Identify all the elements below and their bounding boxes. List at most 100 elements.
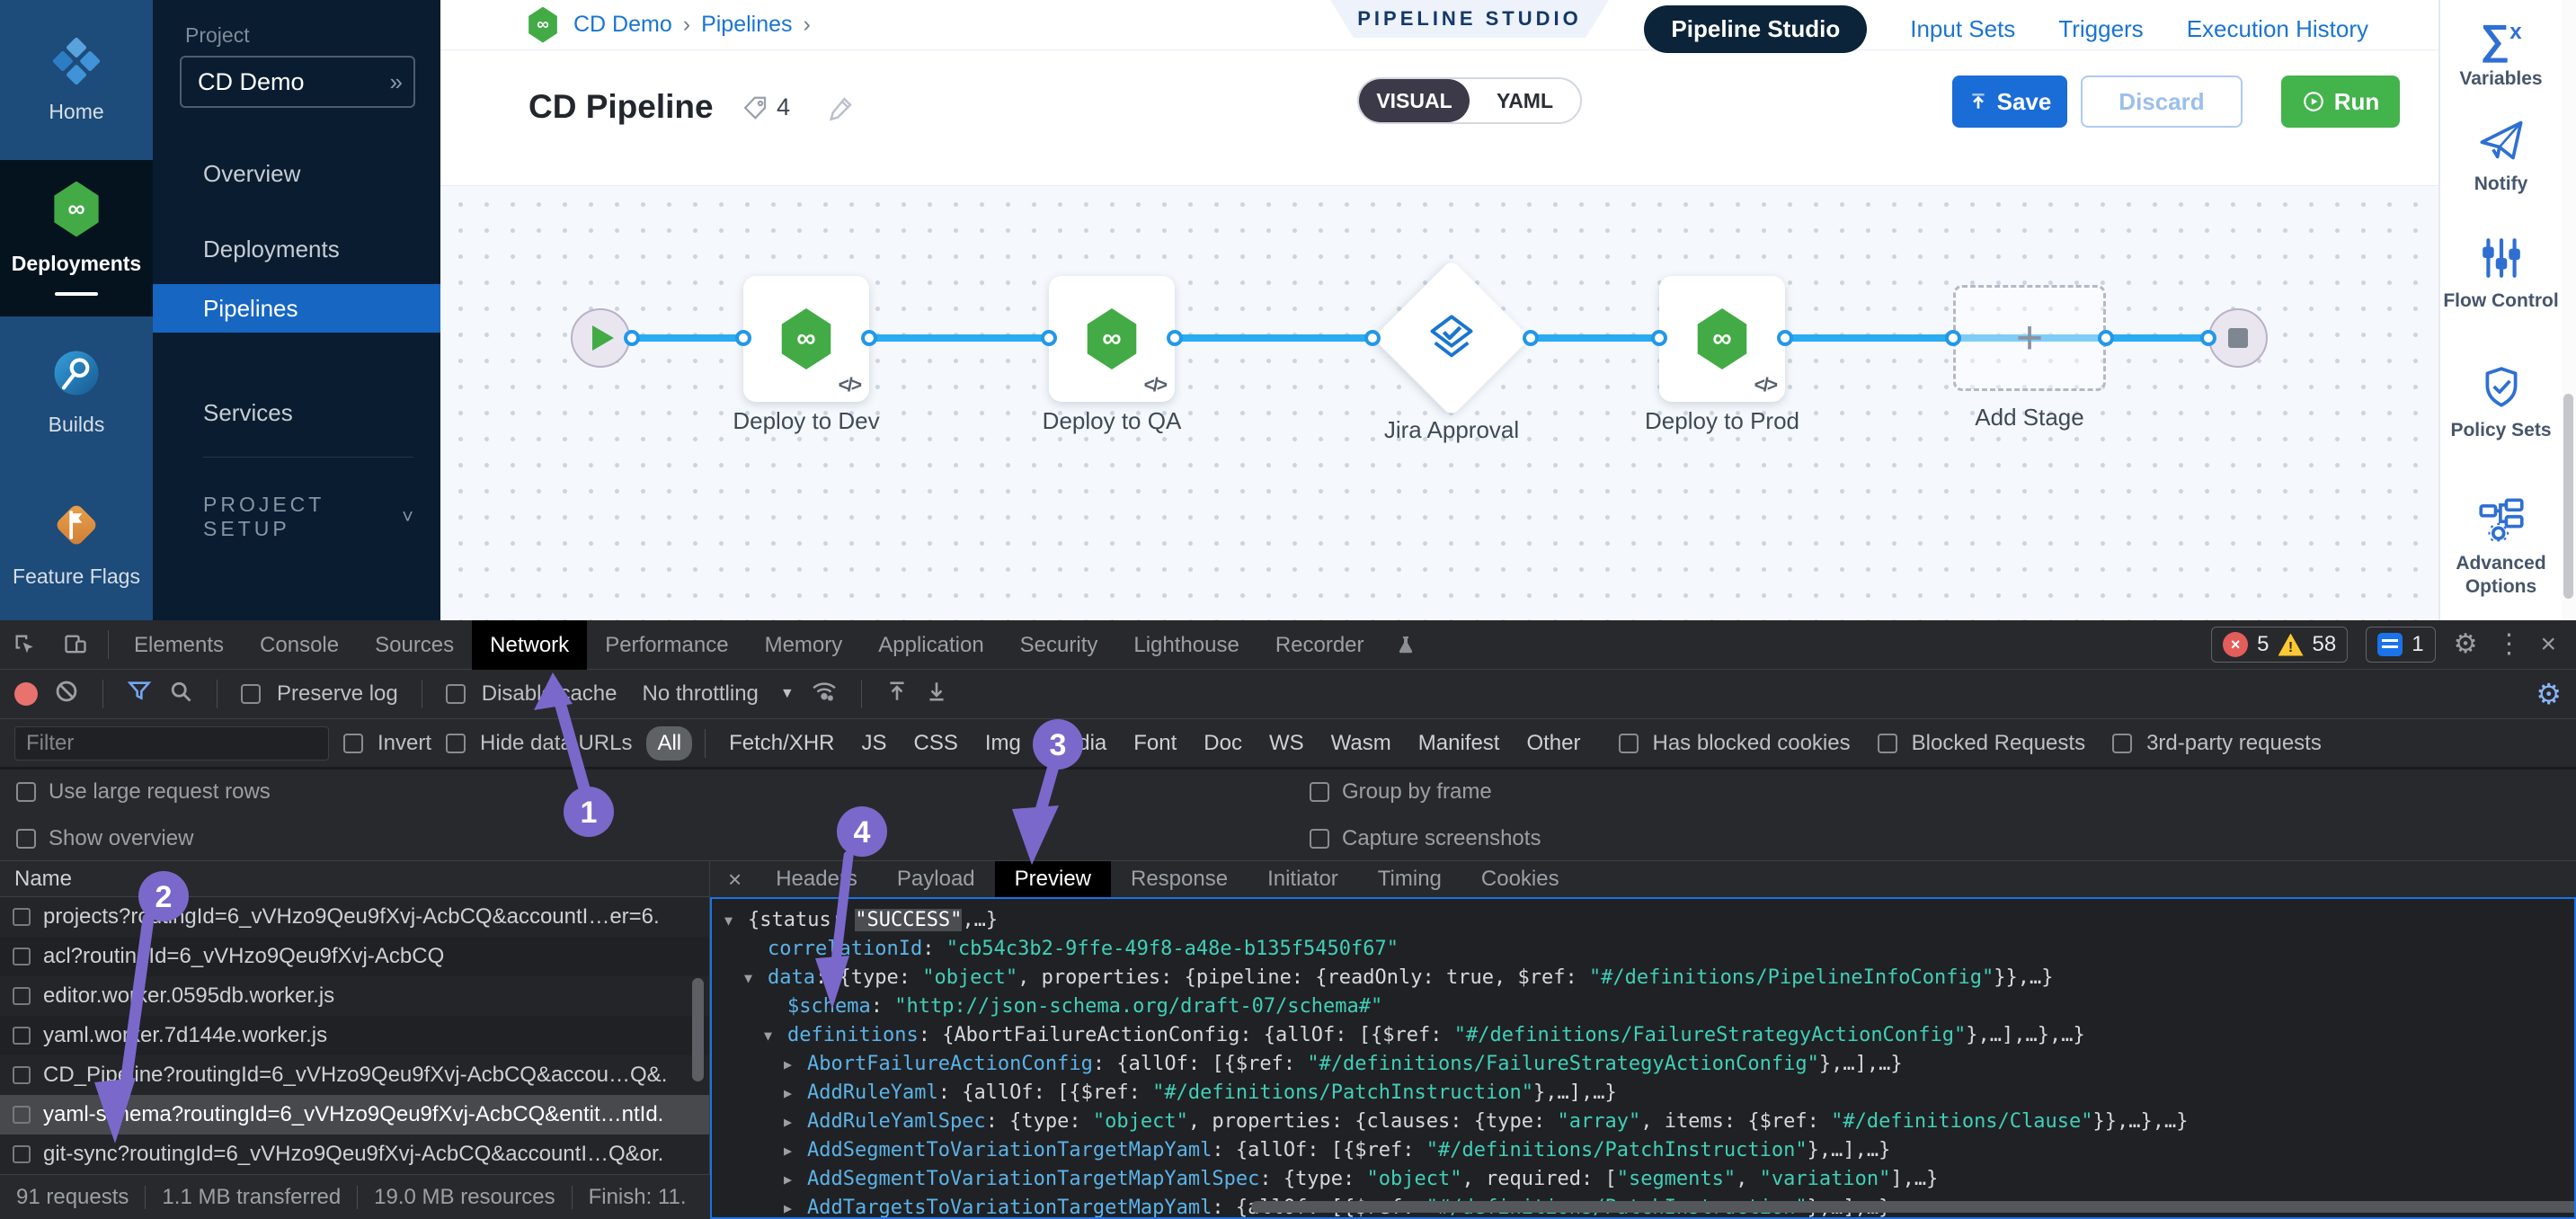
expand-triangle-icon[interactable]: ▶ — [784, 1108, 807, 1136]
link-port[interactable] — [1651, 330, 1667, 346]
save-button[interactable]: Save — [1952, 76, 2067, 128]
filter-pill-img[interactable]: Img — [974, 726, 1032, 761]
devtools-settings-gear-icon[interactable]: ⚙ — [2454, 631, 2478, 658]
detail-tab-timing[interactable]: Timing — [1358, 861, 1461, 897]
console-errors-badge[interactable]: × 5 ! 58 — [2211, 627, 2348, 663]
request-row[interactable]: CD_Pipeline?routingId=6_vVHzo9Qeu9fXvj-A… — [0, 1055, 709, 1095]
filter-pill-ws[interactable]: WS — [1258, 726, 1315, 761]
json-tree-line[interactable]: ▶AbortFailureActionConfig: {allOf: [{$re… — [712, 1050, 2574, 1079]
preserve-log-checkbox[interactable] — [241, 684, 261, 704]
network-settings-gear-icon[interactable]: ⚙ — [2536, 677, 2562, 711]
expand-triangle-icon[interactable]: ▶ — [784, 1194, 807, 1219]
export-har-icon[interactable] — [925, 680, 948, 709]
detail-tab-headers[interactable]: Headers — [756, 861, 877, 897]
breadcrumb-cd-demo[interactable]: CD Demo — [573, 12, 672, 38]
expand-triangle-icon[interactable]: ▼ — [724, 906, 748, 935]
pipeline-canvas[interactable]: ∞ </> ∞ </> ∞ </> + Deploy to — [440, 186, 2438, 620]
stage-deploy-to-qa[interactable]: ∞ </> — [1049, 276, 1175, 402]
expand-triangle-icon[interactable]: ▶ — [784, 1165, 807, 1194]
sidebar-item-deployments[interactable]: Deployments — [153, 225, 440, 273]
record-network-log-button[interactable] — [14, 682, 38, 706]
stage-deploy-to-prod[interactable]: ∞ </> — [1659, 276, 1785, 402]
devtools-tab-recorder[interactable]: Recorder — [1257, 620, 1382, 670]
disable-cache-checkbox[interactable] — [446, 684, 466, 704]
sidebar-item-pipelines[interactable]: Pipelines — [153, 284, 440, 333]
devtools-menu-kebab-icon[interactable]: ⋮ — [2495, 631, 2522, 658]
json-tree-line[interactable]: ▼data: {type: "object", properties: {pip… — [712, 964, 2574, 992]
link-port[interactable] — [735, 330, 751, 346]
devtools-tab-security[interactable]: Security — [1002, 620, 1116, 670]
link-port[interactable] — [1777, 330, 1793, 346]
network-conditions-icon[interactable] — [811, 678, 838, 711]
filter-pill-fetch-xhr[interactable]: Fetch/XHR — [718, 726, 845, 761]
link-port[interactable] — [2200, 330, 2216, 346]
sidebar-item-services[interactable]: Services — [153, 388, 440, 437]
request-row[interactable]: editor.worker.0595db.worker.js — [0, 976, 709, 1016]
edit-title-button[interactable] — [827, 93, 856, 127]
filter-pill-wasm[interactable]: Wasm — [1320, 726, 1402, 761]
tool-variables[interactable]: ∑x Variables — [2440, 13, 2562, 91]
project-setup-toggle[interactable]: PROJECT SETUP ˅ — [203, 493, 413, 541]
expand-triangle-icon[interactable]: ▶ — [784, 1050, 807, 1079]
issues-badge[interactable]: 1 — [2366, 627, 2435, 663]
filter-funnel-icon[interactable] — [127, 679, 152, 710]
devtools-tab-performance[interactable]: Performance — [587, 620, 746, 670]
third-party-requests-checkbox[interactable] — [2112, 734, 2132, 753]
breadcrumb-pipelines[interactable]: Pipelines — [701, 12, 792, 38]
devtools-tab-network[interactable]: Network — [472, 620, 587, 670]
detail-tab-cookies[interactable]: Cookies — [1461, 861, 1579, 897]
json-tree-line[interactable]: ▶AddSegmentToVariationTargetMapYaml: {al… — [712, 1136, 2574, 1165]
detail-tab-preview[interactable]: Preview — [995, 861, 1111, 897]
filter-pill-other[interactable]: Other — [1515, 726, 1591, 761]
link-port[interactable] — [1523, 330, 1539, 346]
json-tree-line[interactable]: $schema: "http://json-schema.org/draft-0… — [712, 992, 2574, 1021]
discard-button[interactable]: Discard — [2081, 76, 2243, 128]
rail-item-deployments[interactable]: ∞ Deployments — [0, 160, 153, 316]
capture-screenshots-checkbox[interactable] — [1310, 829, 1329, 849]
link-port[interactable] — [2098, 330, 2114, 346]
devtools-tab-memory[interactable]: Memory — [747, 620, 861, 670]
detail-tab-response[interactable]: Response — [1111, 861, 1248, 897]
request-row[interactable]: projects?routingId=6_vVHzo9Qeu9fXvj-AcbC… — [0, 897, 709, 937]
toggle-yaml[interactable]: YAML — [1470, 79, 1580, 122]
link-port[interactable] — [624, 330, 640, 346]
filter-pill-font[interactable]: Font — [1123, 726, 1187, 761]
json-tree-line[interactable]: ▼definitions: {AbortFailureActionConfig:… — [712, 1021, 2574, 1050]
search-icon[interactable] — [168, 679, 193, 710]
rail-item-home[interactable]: Home — [0, 0, 153, 160]
add-stage-button[interactable]: + — [1953, 285, 2106, 391]
tab-input-sets[interactable]: Input Sets — [1910, 15, 2015, 43]
tool-advanced-options[interactable]: Advanced Options — [2440, 496, 2562, 599]
visual-yaml-toggle[interactable]: VISUAL YAML — [1357, 77, 1582, 124]
json-tree-line[interactable]: ▶AddRuleYaml: {allOf: [{$ref: "#/definit… — [712, 1079, 2574, 1108]
link-port[interactable] — [861, 330, 877, 346]
filter-pill-js[interactable]: JS — [851, 726, 898, 761]
link-port[interactable] — [1167, 330, 1183, 346]
hide-data-urls-checkbox[interactable] — [446, 734, 466, 753]
request-row[interactable]: yaml-schema?routingId=6_vVHzo9Qeu9fXvj-A… — [0, 1095, 709, 1134]
show-overview-checkbox[interactable] — [16, 829, 36, 849]
filter-pill-manifest[interactable]: Manifest — [1408, 726, 1511, 761]
rail-item-builds[interactable]: Builds — [0, 316, 153, 467]
import-har-icon[interactable] — [885, 680, 909, 709]
clear-network-log-button[interactable] — [54, 679, 79, 710]
detail-tab-initiator[interactable]: Initiator — [1248, 861, 1358, 897]
tab-triggers[interactable]: Triggers — [2058, 15, 2143, 43]
tab-pipeline-studio[interactable]: Pipeline Studio — [1644, 5, 1867, 53]
inspect-element-icon[interactable] — [0, 632, 50, 657]
has-blocked-cookies-checkbox[interactable] — [1619, 734, 1639, 753]
devtools-close-icon[interactable]: × — [2540, 631, 2556, 658]
scrollbar-thumb[interactable] — [2563, 394, 2573, 599]
stage-deploy-to-dev[interactable]: ∞ </> — [743, 276, 869, 402]
filter-pill-css[interactable]: CSS — [903, 726, 969, 761]
throttling-select[interactable]: No throttling — [642, 681, 758, 707]
request-list-scrollbar[interactable] — [692, 978, 704, 1081]
expand-triangle-icon[interactable]: ▼ — [764, 1021, 787, 1050]
json-tree-line[interactable]: ▶AddRuleYamlSpec: {type: "object", prope… — [712, 1108, 2574, 1136]
device-toolbar-icon[interactable] — [50, 632, 101, 657]
tool-policy-sets[interactable]: Policy Sets — [2440, 365, 2562, 442]
project-selector[interactable]: CD Demo » — [180, 56, 415, 108]
pipeline-start-node[interactable] — [571, 308, 630, 368]
expand-triangle-icon[interactable]: ▼ — [744, 964, 768, 992]
link-port[interactable] — [1945, 330, 1961, 346]
